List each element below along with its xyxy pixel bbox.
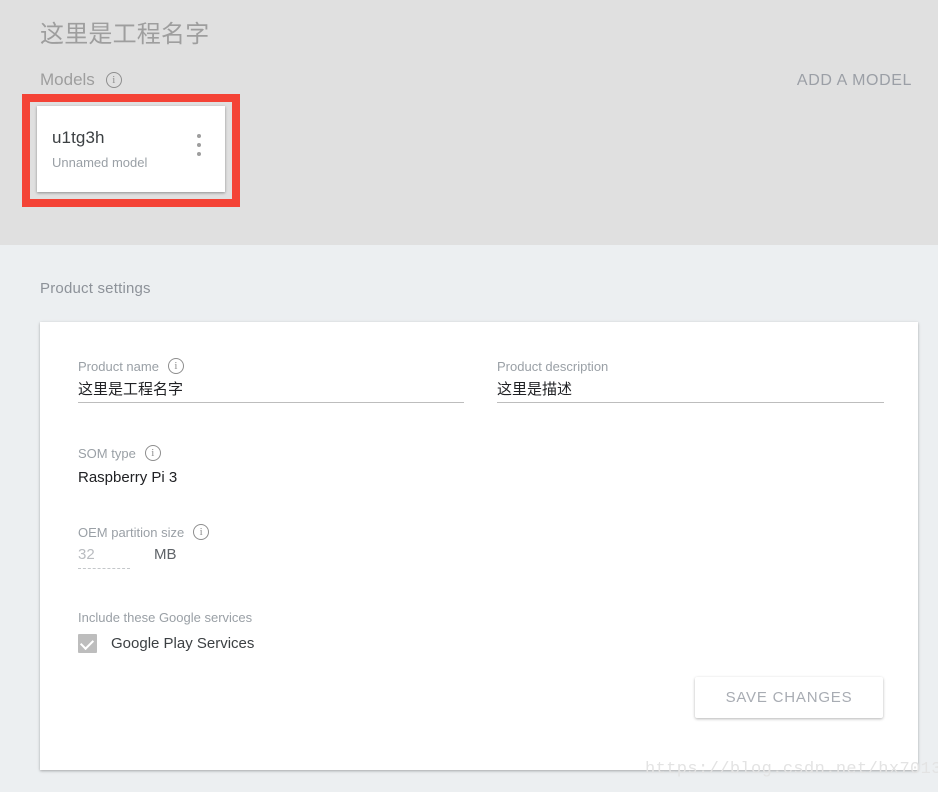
model-card[interactable]: u1tg3h Unnamed model <box>37 106 225 192</box>
page-title: 这里是工程名字 <box>40 21 210 48</box>
google-play-services-row[interactable]: Google Play Services <box>78 634 254 653</box>
google-play-services-checkbox[interactable] <box>78 634 97 653</box>
info-icon[interactable] <box>193 524 210 540</box>
field-google-services: Include these Google services Google Pla… <box>78 610 254 653</box>
info-icon[interactable] <box>167 358 184 374</box>
product-name-label-text: Product name <box>78 358 159 374</box>
models-header: Models <box>40 70 122 90</box>
field-product-description: Product description <box>497 359 884 403</box>
product-settings-section: Product settings Product name Product de… <box>0 245 938 792</box>
oem-partition-size-label: OEM partition size <box>78 524 210 540</box>
oem-partition-size-label-text: OEM partition size <box>78 524 185 540</box>
product-description-label: Product description <box>497 359 884 374</box>
som-type-label: SOM type <box>78 445 177 461</box>
field-som-type: SOM type Raspberry Pi 3 <box>78 445 177 489</box>
model-card-subtitle: Unnamed model <box>52 155 148 170</box>
product-description-label-text: Product description <box>497 359 609 374</box>
product-name-label: Product name <box>78 358 464 374</box>
field-product-name: Product name <box>78 358 464 403</box>
oem-partition-size-row: MB <box>78 546 209 569</box>
som-type-label-text: SOM type <box>78 445 136 461</box>
google-services-label: Include these Google services <box>78 610 253 625</box>
settings-panel: Product name Product description SOM typ… <box>40 322 918 770</box>
info-icon[interactable] <box>105 72 122 88</box>
save-changes-button[interactable]: SAVE CHANGES <box>695 677 883 718</box>
section-heading: Product settings <box>40 280 151 297</box>
more-vert-icon[interactable] <box>190 134 208 156</box>
add-a-model-button[interactable]: ADD A MODEL <box>795 70 914 92</box>
field-oem-partition-size: OEM partition size MB <box>78 524 210 569</box>
info-icon[interactable] <box>144 445 161 461</box>
oem-partition-size-input[interactable] <box>78 546 130 569</box>
product-description-input[interactable] <box>497 380 884 403</box>
model-card-name: u1tg3h <box>52 128 105 147</box>
models-section: 这里是工程名字 Models ADD A MODEL u1tg3h Unname… <box>0 0 938 245</box>
models-label: Models <box>40 70 95 89</box>
product-name-input[interactable] <box>78 380 464 403</box>
som-type-value: Raspberry Pi 3 <box>78 469 178 486</box>
google-play-services-label: Google Play Services <box>111 635 255 652</box>
oem-partition-size-unit: MB <box>154 546 177 563</box>
